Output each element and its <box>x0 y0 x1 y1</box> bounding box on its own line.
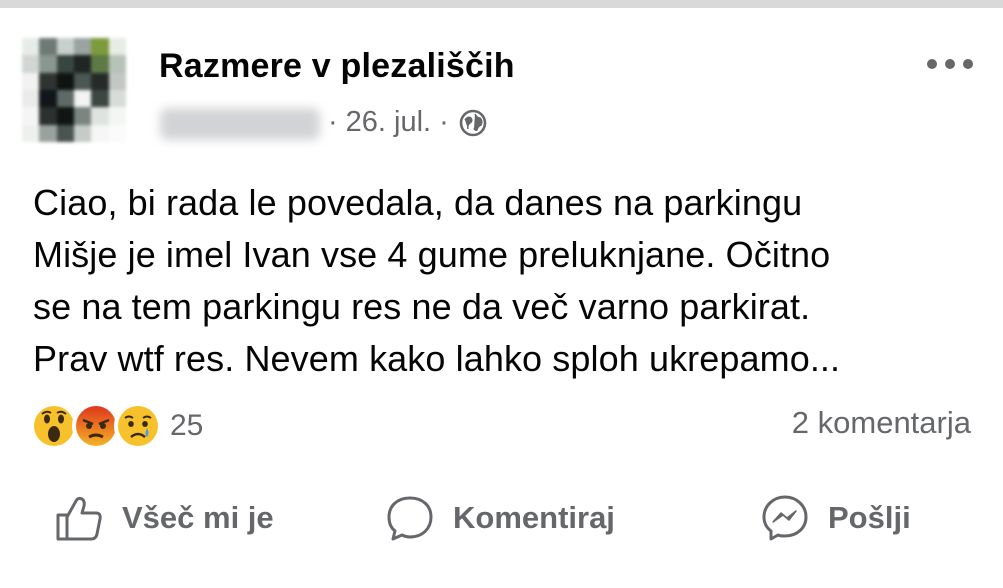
post-text-line: se na tem parkingu res ne da več varno p… <box>33 286 811 327</box>
like-label: Všeč mi je <box>122 500 274 535</box>
comment-label: Komentiraj <box>453 500 615 535</box>
more-options-icon <box>927 59 973 69</box>
post-text-line: Prav wtf res. Nevem kako lahko sploh ukr… <box>33 338 841 379</box>
sad-reaction-icon <box>114 402 162 450</box>
messenger-icon <box>762 495 808 541</box>
meta-separator: · <box>328 106 338 138</box>
wow-reaction-icon <box>30 402 78 450</box>
post-date[interactable]: 26. jul. <box>346 106 431 139</box>
reactions-summary[interactable]: 25 <box>30 402 203 450</box>
author-name-redacted[interactable] <box>160 108 320 140</box>
comment-bubble-icon <box>387 496 433 541</box>
send-label: Pošlji <box>828 500 911 535</box>
post-action-bar: Všeč mi je Komentiraj Pošlji <box>0 493 1003 557</box>
meta-separator: · <box>439 106 449 138</box>
like-button[interactable]: Všeč mi je <box>54 493 274 543</box>
send-button[interactable]: Pošlji <box>760 493 911 543</box>
reaction-count: 25 <box>170 409 204 442</box>
top-divider <box>0 0 1003 8</box>
group-avatar[interactable] <box>22 38 126 142</box>
post-meta: · 26. jul. · <box>328 106 487 139</box>
comments-count-link[interactable]: 2 komentarja <box>792 405 971 441</box>
post-body: Ciao, bi rada le povedala, da danes na p… <box>33 177 983 385</box>
public-globe-icon[interactable] <box>459 109 487 137</box>
post-text-line: Mišje je imel Ivan vse 4 gume preluknjan… <box>33 234 831 275</box>
more-options-button[interactable] <box>922 50 978 78</box>
angry-reaction-icon <box>72 402 120 450</box>
post-text-line: Ciao, bi rada le povedala, da danes na p… <box>33 182 803 223</box>
group-name-link[interactable]: Razmere v plezališčih <box>159 47 515 86</box>
thumbs-up-icon <box>56 496 102 541</box>
comment-button[interactable]: Komentiraj <box>385 493 615 543</box>
